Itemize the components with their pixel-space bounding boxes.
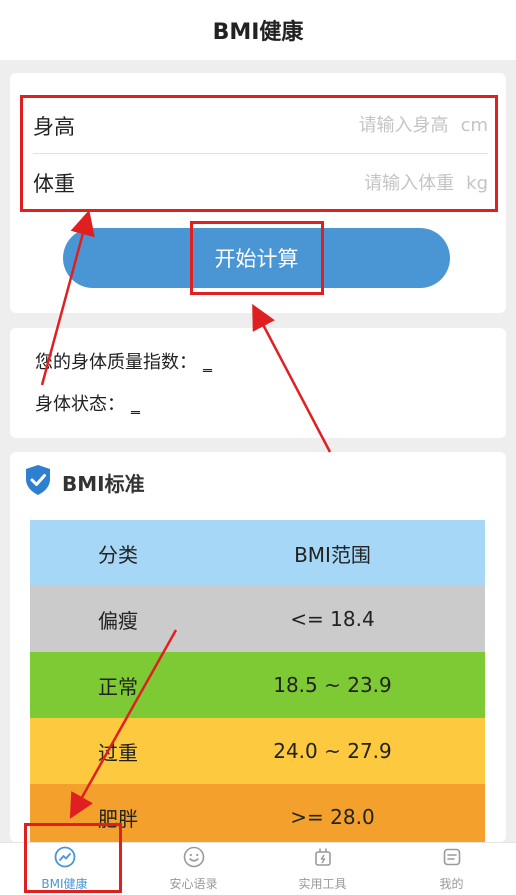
height-unit: cm [460,115,488,136]
calculate-label: 开始计算 [214,248,299,271]
row-category: 过重 [98,740,138,765]
tab-label: 实用工具 [298,877,347,891]
row-category: 偏瘦 [98,608,138,633]
category-header: 分类 [98,542,138,567]
row-category: 肥胖 [98,806,138,831]
weight-unit: kg [466,172,488,194]
table-row: 肥胖 >= 28.0 [30,784,485,842]
standard-title: BMI标准 [62,471,145,496]
standard-heading: BMI标准 [24,464,145,500]
weight-row: 体重 kg [33,155,488,211]
form-highlight-box: 身高 cm 体重 kg [20,95,498,212]
tab-label: 安心语录 [169,877,218,891]
weight-input[interactable] [334,172,455,194]
bmi-result-label: 您的身体质量指数： [35,352,197,373]
tab-tools[interactable]: 实用工具 [258,843,387,895]
row-range: 24.0 ~ 27.9 [273,739,392,763]
bottom-tab-bar: BMI健康 安心语录 实用工具 我的 [0,842,516,895]
status-result-value: _ [131,394,140,415]
tab-label: 我的 [439,877,464,891]
row-range: 18.5 ~ 23.9 [273,673,392,697]
height-label: 身高 [33,114,75,139]
tab-bmi-health[interactable]: BMI健康 [0,843,129,895]
bmi-result-value: _ [203,352,212,373]
tab-quotes[interactable]: 安心语录 [129,843,258,895]
tool-icon [312,846,334,872]
trend-icon [54,846,76,872]
tab-label: BMI健康 [41,877,88,891]
app-header: BMI健康 [0,0,516,60]
height-input[interactable] [328,115,449,136]
table-row: 过重 24.0 ~ 27.9 [30,718,485,784]
weight-label: 体重 [33,172,75,196]
status-result-label: 身体状态： [35,394,125,415]
row-range: >= 28.0 [290,805,375,829]
tab-profile[interactable]: 我的 [387,843,516,895]
calculate-button[interactable]: 开始计算 [63,221,450,295]
table-row: 偏瘦 <= 18.4 [30,586,485,652]
profile-icon [441,846,463,872]
calculate-highlight-box: 开始计算 [189,221,324,295]
smile-icon [183,846,205,872]
row-category: 正常 [98,674,138,699]
bmi-result-line: 您的身体质量指数： _ [35,348,212,374]
page-title: BMI健康 [212,20,304,45]
range-header: BMI范围 [294,542,371,567]
table-header-row: 分类 BMI范围 [30,520,485,586]
bmi-standard-card: BMI标准 分类 BMI范围 偏瘦 <= 18.4 正常 18.5 ~ 23.9… [10,452,506,842]
input-card: 身高 cm 体重 kg 开始计算 [10,73,506,313]
height-row: 身高 cm [33,98,488,154]
row-range: <= 18.4 [290,607,375,631]
shield-check-icon [24,464,52,500]
table-row: 正常 18.5 ~ 23.9 [30,652,485,718]
bmi-standard-table: 分类 BMI范围 偏瘦 <= 18.4 正常 18.5 ~ 23.9 过重 24… [30,520,485,842]
status-result-line: 身体状态： _ [35,390,140,416]
result-card: 您的身体质量指数： _ 身体状态： _ [10,328,506,438]
